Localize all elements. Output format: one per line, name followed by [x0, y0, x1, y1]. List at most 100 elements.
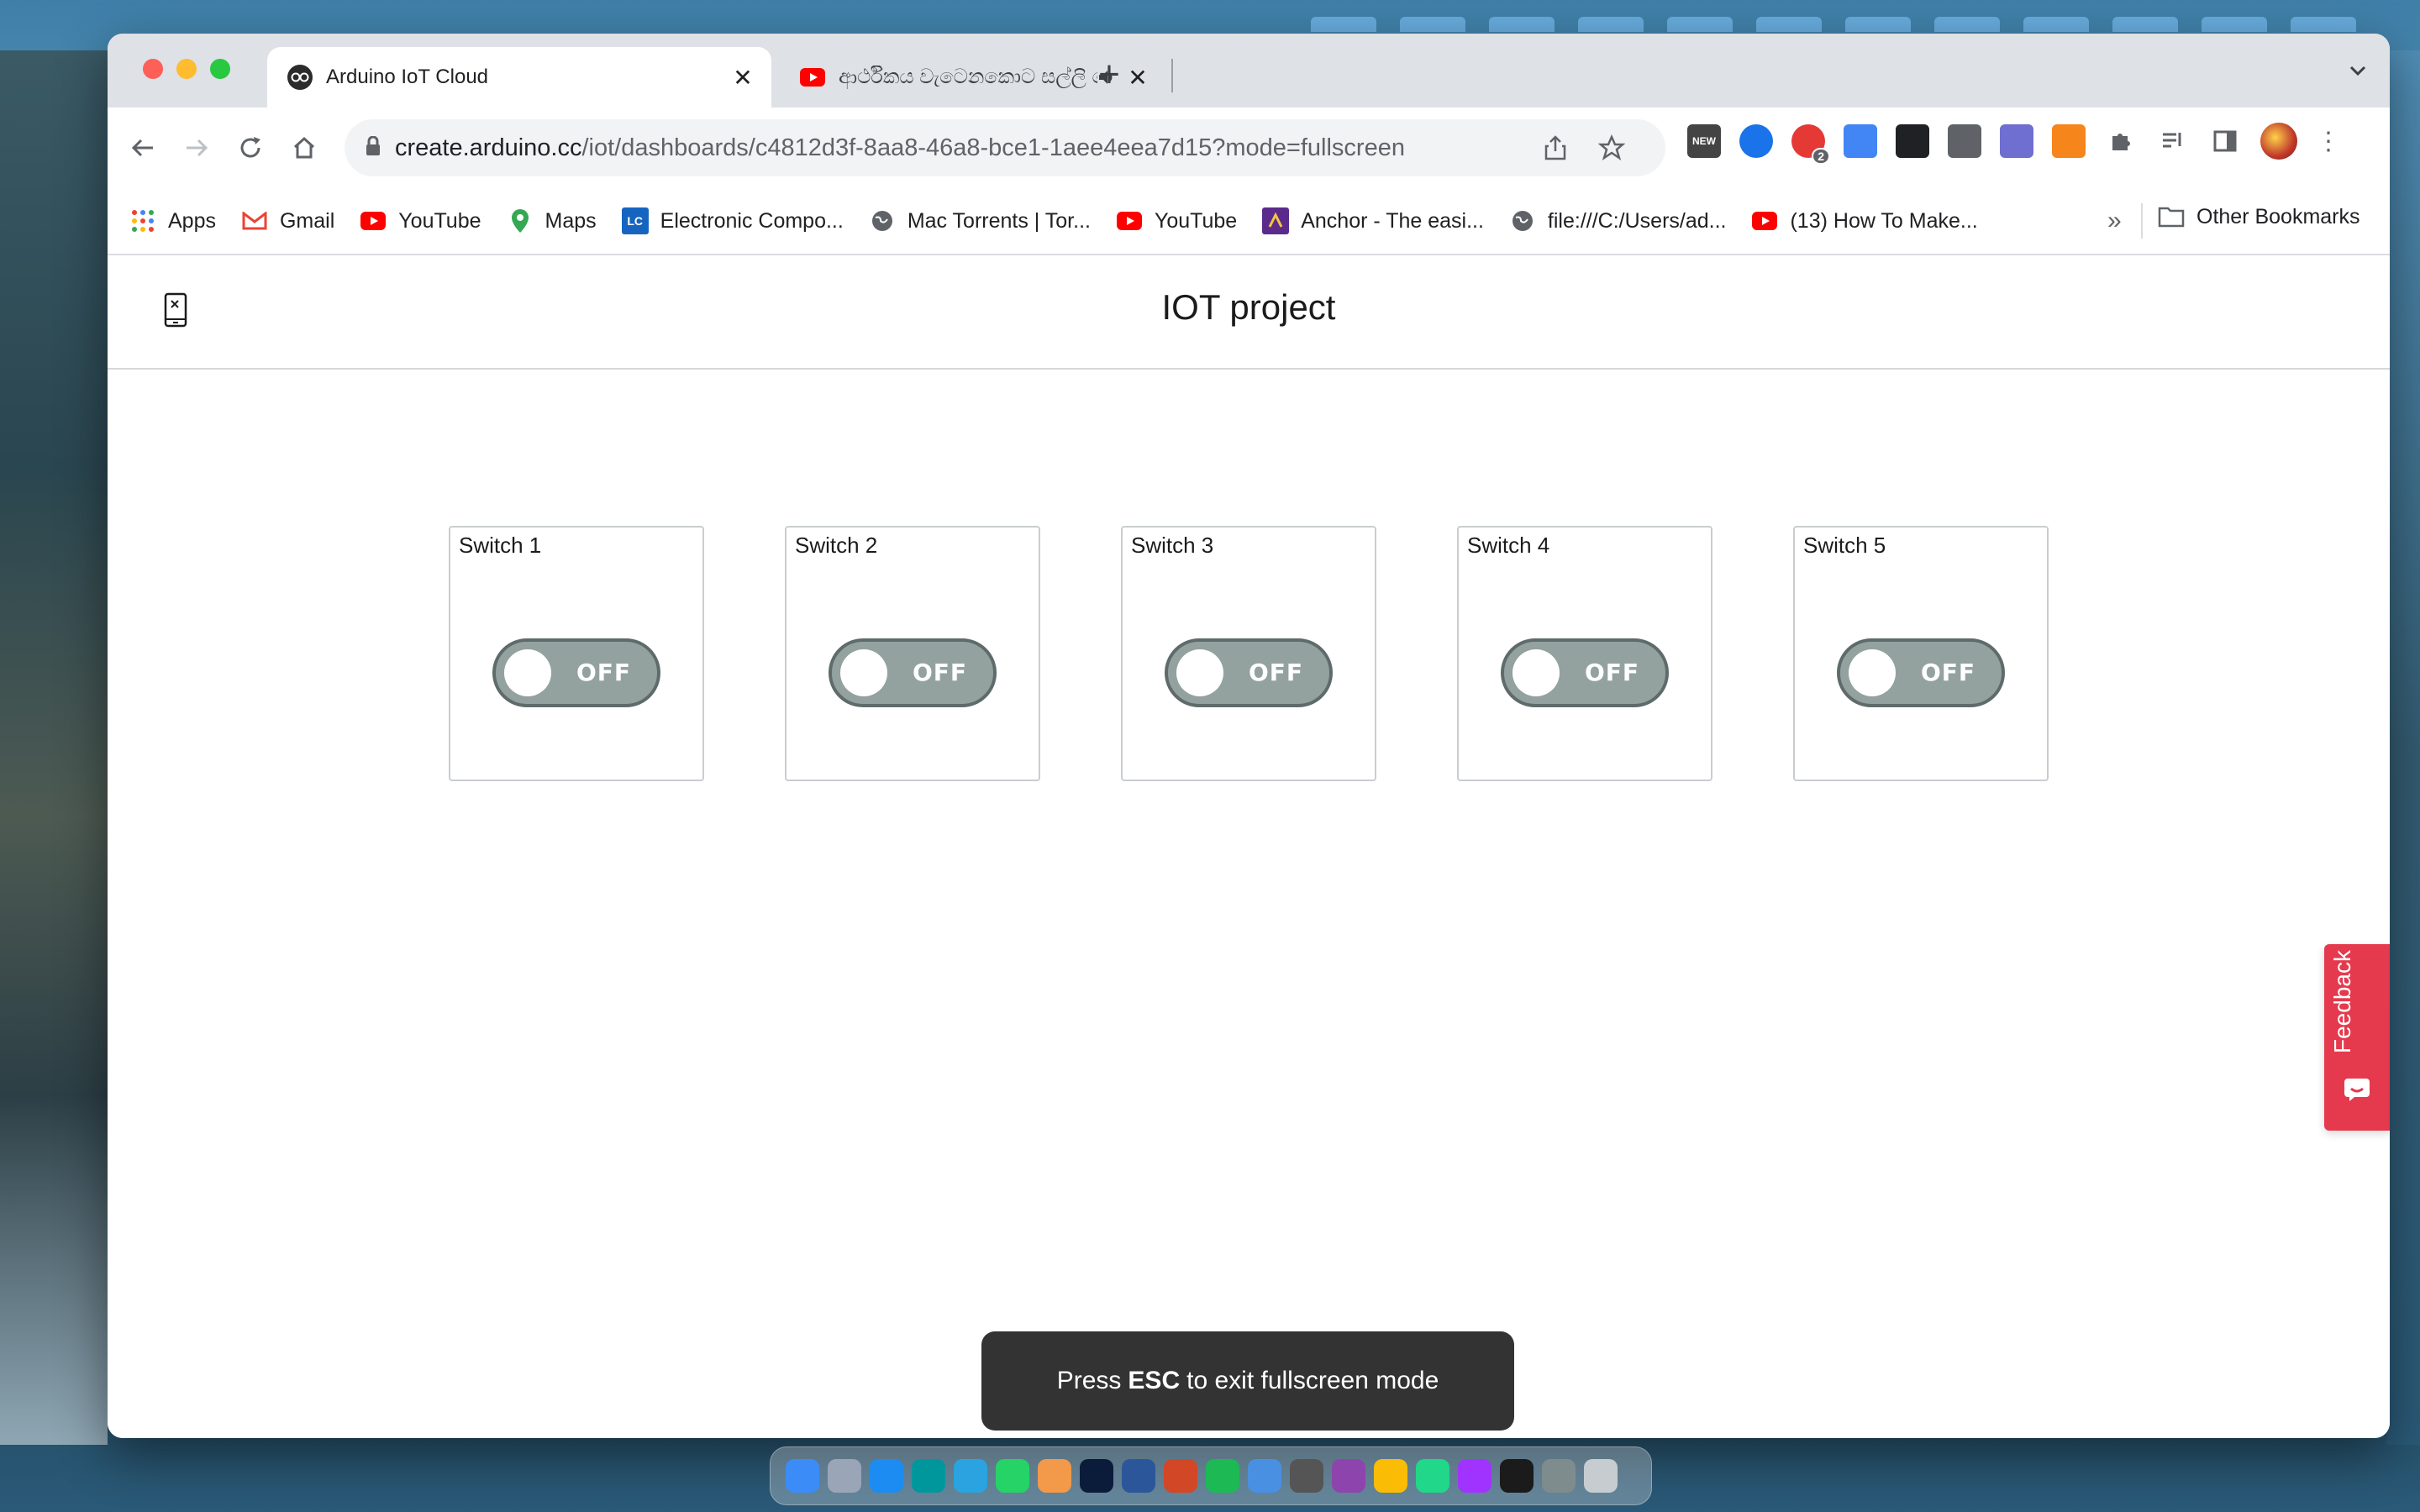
- bookmark-youtube[interactable]: YouTube: [360, 207, 481, 234]
- folder-icon[interactable]: [2023, 17, 2089, 32]
- folder-icon[interactable]: [1489, 17, 1555, 32]
- switch-4-toggle[interactable]: OFF: [1501, 638, 1669, 707]
- forward-arrow-icon[interactable]: [178, 129, 215, 166]
- page-title: IOT project: [1161, 287, 1336, 327]
- side-panel-icon[interactable]: [2208, 124, 2242, 158]
- folder-icon[interactable]: [1311, 17, 1376, 32]
- tab-separator: [1171, 59, 1173, 92]
- folder-icon[interactable]: [2112, 17, 2178, 32]
- telegram-icon[interactable]: [954, 1459, 987, 1493]
- bookmark-anchor[interactable]: Anchor - The easi...: [1262, 207, 1484, 234]
- bookmark-mac-torrents[interactable]: Mac Torrents | Tor...: [869, 207, 1091, 234]
- other-bookmarks-button[interactable]: Other Bookmarks: [2158, 203, 2360, 230]
- bookmark-label: Anchor - The easi...: [1301, 208, 1484, 233]
- terminal-icon[interactable]: [1500, 1459, 1534, 1493]
- app-icon[interactable]: [1038, 1459, 1071, 1493]
- switch-2-toggle[interactable]: OFF: [829, 638, 997, 707]
- mail-icon[interactable]: [1248, 1459, 1281, 1493]
- more-menu-icon[interactable]: ⋮: [2316, 127, 2341, 156]
- spotify-icon[interactable]: [1206, 1459, 1239, 1493]
- folder-icon[interactable]: [1845, 17, 1911, 32]
- switch-3-toggle[interactable]: OFF: [1165, 638, 1333, 707]
- folder-icon[interactable]: [2202, 17, 2267, 32]
- desktop-wallpaper-left: [0, 50, 108, 1445]
- browser-window: Arduino IoT Cloud ✕ ආර්ථිකය වැටෙනකොට සල්…: [108, 34, 2390, 1438]
- home-icon[interactable]: [286, 129, 323, 166]
- folder-icon[interactable]: [1934, 17, 2000, 32]
- address-bar[interactable]: create.arduino.cc/iot/dashboards/c4812d3…: [345, 119, 1665, 176]
- new-extension-icon[interactable]: NEW: [1687, 124, 1721, 158]
- minimize-window-button[interactable]: [176, 59, 197, 79]
- star-icon[interactable]: [1597, 134, 1626, 165]
- powerpoint-icon[interactable]: [1164, 1459, 1197, 1493]
- bookmark-label: Electronic Compo...: [660, 208, 844, 233]
- puzzle-extensions-icon[interactable]: [2104, 124, 2138, 158]
- close-icon[interactable]: ✕: [729, 64, 756, 91]
- lc-icon: LC: [621, 207, 649, 234]
- bookmark-how-to-make[interactable]: (13) How To Make...: [1751, 207, 1978, 234]
- profile-avatar[interactable]: [2260, 123, 2297, 160]
- lock-icon[interactable]: [365, 135, 381, 160]
- switch-label: Switch 4: [1467, 533, 1550, 558]
- bookmark-maps[interactable]: Maps: [507, 207, 597, 234]
- toggle-knob: [1176, 649, 1223, 696]
- folder-icon[interactable]: [1667, 17, 1733, 32]
- adblock-extension-icon[interactable]: 2: [1791, 124, 1830, 165]
- toggle-state: OFF: [913, 659, 968, 686]
- reload-icon[interactable]: [232, 129, 269, 166]
- switch-widget-1: Switch 1 OFF: [449, 526, 704, 781]
- toggle-state: OFF: [576, 659, 632, 686]
- bookmarks-overflow-button[interactable]: »: [2107, 207, 2122, 235]
- download-manager-icon[interactable]: [1948, 124, 1981, 158]
- arduino-app-icon[interactable]: [912, 1459, 945, 1493]
- switch-5-toggle[interactable]: OFF: [1837, 638, 2005, 707]
- bookmark-file-path[interactable]: file:///C:/Users/ad...: [1509, 207, 1726, 234]
- bookmark-label: Mac Torrents | Tor...: [907, 208, 1091, 233]
- bookmark-apps[interactable]: Apps: [129, 207, 216, 234]
- close-window-button[interactable]: [143, 59, 163, 79]
- other-bookmarks-label: Other Bookmarks: [2196, 204, 2360, 228]
- finder-icon[interactable]: [786, 1459, 819, 1493]
- app-store-icon[interactable]: [870, 1459, 903, 1493]
- chevron-down-icon[interactable]: [2346, 59, 2370, 87]
- bookmark-youtube-2[interactable]: YouTube: [1116, 207, 1237, 234]
- share-icon[interactable]: [1543, 134, 1568, 165]
- download-extension-icon[interactable]: [1896, 124, 1929, 158]
- apps-grid-icon: [129, 207, 156, 234]
- tab-arduino-iot-cloud[interactable]: Arduino IoT Cloud ✕: [267, 47, 771, 108]
- chrome-icon[interactable]: [1374, 1459, 1407, 1493]
- folder-icon[interactable]: [1756, 17, 1822, 32]
- tab-title: Arduino IoT Cloud: [326, 66, 489, 88]
- whatsapp-icon[interactable]: [996, 1459, 1029, 1493]
- metamask-fox-icon[interactable]: [2052, 124, 2086, 158]
- url-text[interactable]: create.arduino.cc/iot/dashboards/c4812d3…: [395, 134, 1405, 162]
- bookmark-electronic-components[interactable]: LC Electronic Compo...: [621, 207, 844, 234]
- doc-extension-icon[interactable]: [1739, 124, 1773, 158]
- media-queue-icon[interactable]: [2156, 124, 2190, 158]
- folder-icon[interactable]: [1400, 17, 1465, 32]
- messenger-icon[interactable]: [1458, 1459, 1491, 1493]
- feedback-label: Feedback: [2329, 950, 2355, 1053]
- new-tab-button[interactable]: +: [1089, 55, 1129, 96]
- app-icon[interactable]: [1542, 1459, 1576, 1493]
- final-cut-icon[interactable]: [1332, 1459, 1365, 1493]
- pycharm-icon[interactable]: [1416, 1459, 1449, 1493]
- word-icon[interactable]: [1122, 1459, 1155, 1493]
- back-arrow-icon[interactable]: [124, 129, 161, 166]
- fullscreen-toast: Press ESC to exit fullscreen mode: [981, 1331, 1514, 1431]
- photoshop-icon[interactable]: [1080, 1459, 1113, 1493]
- folder-icon[interactable]: [2291, 17, 2356, 32]
- folder-icon[interactable]: [1578, 17, 1644, 32]
- feedback-button[interactable]: Feedback: [2324, 944, 2390, 1131]
- translate-extension-icon[interactable]: [1844, 124, 1877, 158]
- globe-icon: [869, 207, 896, 234]
- switch-1-toggle[interactable]: OFF: [492, 638, 660, 707]
- bookmark-label: YouTube: [398, 208, 481, 233]
- launchpad-icon[interactable]: [828, 1459, 861, 1493]
- fullscreen-window-button[interactable]: [210, 59, 230, 79]
- switch-widget-4: Switch 4 OFF: [1457, 526, 1712, 781]
- vpn-extension-icon[interactable]: [2000, 124, 2033, 158]
- bookmark-gmail[interactable]: Gmail: [241, 207, 334, 234]
- trash-icon[interactable]: [1584, 1459, 1618, 1493]
- app-icon[interactable]: [1290, 1459, 1323, 1493]
